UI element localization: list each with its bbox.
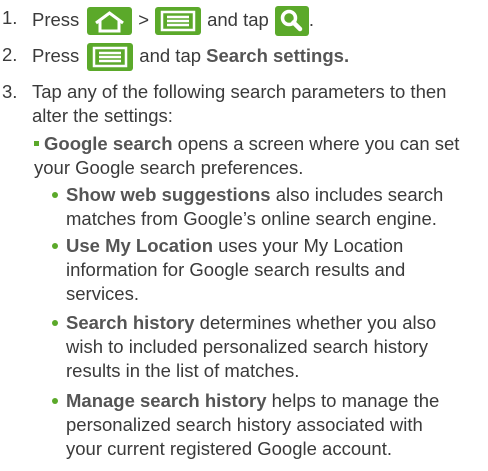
bullet-line: your current registered Google account. bbox=[66, 438, 392, 459]
bullet-line: uses your My Location bbox=[213, 235, 404, 256]
bullet-line: determines whether you also bbox=[194, 312, 437, 333]
step-and-tap-text: and tap bbox=[139, 44, 202, 66]
bullet-line: information for Google search results an… bbox=[66, 259, 406, 280]
search-icon bbox=[274, 6, 309, 36]
bullet-line: matches from Google’s online search engi… bbox=[66, 208, 437, 229]
step-number: 2. bbox=[2, 44, 18, 65]
bullet-line: results in the list of matches. bbox=[66, 360, 300, 381]
step-line: alter the settings: bbox=[32, 105, 173, 126]
home-key-icon bbox=[87, 7, 133, 35]
step-text: Press and tap Search settings. bbox=[32, 43, 482, 71]
bullet-text: Use My Location uses your My Location in… bbox=[66, 234, 486, 306]
bullet-label: Search history bbox=[66, 312, 195, 333]
step-text: Tap any of the following search paramete… bbox=[32, 80, 482, 128]
step-line: Tap any of the following search paramete… bbox=[32, 81, 447, 102]
bullet-text: Manage search history helps to manage th… bbox=[66, 389, 486, 461]
square-bullet-icon bbox=[34, 140, 39, 146]
sub-item-line: Google search opens a screen where you c… bbox=[34, 132, 484, 156]
step-number: 3. bbox=[2, 81, 18, 102]
bullet-label: Show web suggestions bbox=[66, 184, 271, 205]
search-settings-label: Search settings. bbox=[206, 44, 350, 66]
bullet-dot-icon bbox=[52, 243, 58, 249]
bullet-label: Use My Location bbox=[66, 235, 213, 256]
bullet-text: Search history determines whether you al… bbox=[66, 311, 486, 383]
bullet-line: wish to included personalized search his… bbox=[66, 336, 428, 357]
bullet-dot-icon bbox=[52, 320, 58, 326]
bullet-text: Show web suggestions also includes searc… bbox=[66, 183, 486, 231]
sub-item-line: your Google search preferences. bbox=[34, 157, 304, 178]
instructions-page: 1. Press > and tap. 2. Press and tap Search… bbox=[0, 0, 488, 471]
step-and-tap-text: and tap bbox=[207, 8, 269, 30]
step-number: 1. bbox=[2, 7, 18, 28]
bullet-line: services. bbox=[66, 283, 139, 304]
bullet-line: personalized search history associated w… bbox=[66, 414, 423, 435]
step-gt-text: > bbox=[138, 8, 150, 30]
step-period-text: . bbox=[308, 8, 314, 30]
bullet-label: Manage search history bbox=[66, 390, 267, 411]
menu-key-icon bbox=[87, 43, 134, 71]
step-text: Press > and tap. bbox=[32, 6, 482, 36]
bullet-line: also includes search bbox=[270, 184, 444, 205]
menu-key-icon bbox=[155, 7, 202, 35]
bullet-dot-icon bbox=[52, 398, 58, 404]
google-search-label: Google search bbox=[44, 133, 173, 154]
step-press-text: Press bbox=[32, 8, 80, 30]
sub-item-text: opens a screen where you can set bbox=[172, 133, 460, 154]
bullet-line: helps to manage the bbox=[266, 390, 440, 411]
google-search-item: Google search opens a screen where you c… bbox=[34, 132, 484, 180]
bullet-dot-icon bbox=[52, 192, 58, 198]
step-press-text: Press bbox=[32, 44, 80, 66]
